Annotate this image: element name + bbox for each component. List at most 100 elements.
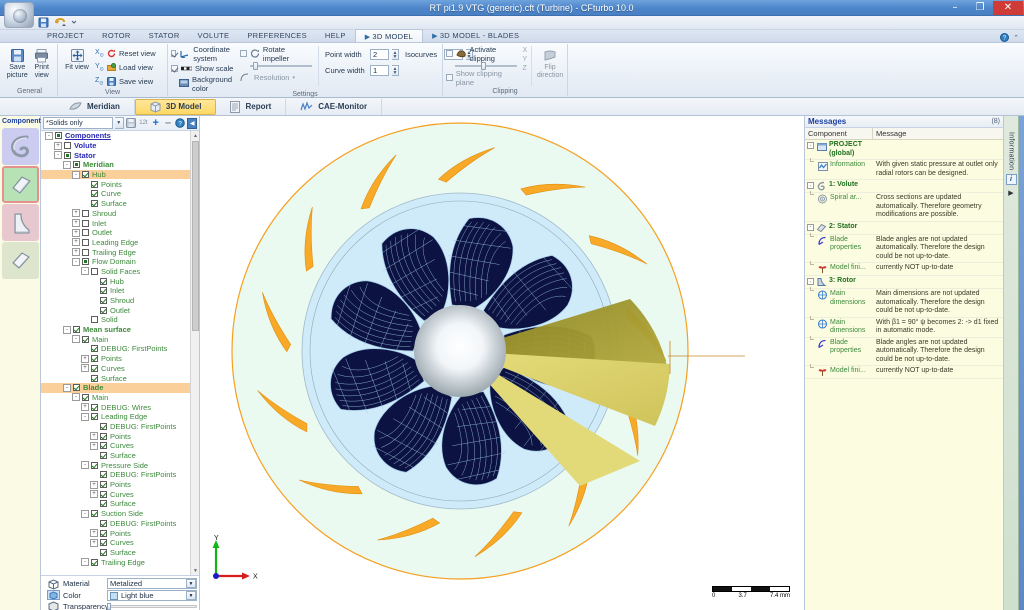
tree-item-surface[interactable]: Surface: [41, 373, 199, 383]
expand-icon[interactable]: +: [90, 490, 98, 498]
expand-icon[interactable]: +: [81, 403, 89, 411]
ribbon-tab-project[interactable]: PROJECT: [38, 29, 93, 42]
tree-item-checkbox[interactable]: [91, 462, 98, 469]
flip-direction-button[interactable]: Flip direction: [536, 46, 564, 80]
tree-item-curves[interactable]: +Curves: [41, 364, 199, 374]
tree-item-meridian[interactable]: -Meridian: [41, 160, 199, 170]
maximize-button[interactable]: ❐: [968, 1, 992, 15]
collapse-icon[interactable]: -: [54, 151, 62, 159]
expand-all-button[interactable]: +: [151, 117, 161, 129]
rotate-impeller-option[interactable]: Rotate impeller: [240, 47, 312, 60]
components-tree[interactable]: -Components+Volute-Stator-Meridian-HubPo…: [41, 131, 199, 575]
material-select[interactable]: Metalized ▼: [107, 578, 197, 589]
tree-item-debug-firstpoints[interactable]: DEBUG: FirstPoints: [41, 344, 199, 354]
message-row[interactable]: Blade propertiesBlade angles are not upd…: [805, 338, 1003, 367]
tree-item-checkbox[interactable]: [82, 336, 89, 343]
tree-item-volute[interactable]: +Volute: [41, 141, 199, 151]
point-width-spinner[interactable]: ▲▼: [392, 49, 399, 60]
tree-item-checkbox[interactable]: [91, 181, 98, 188]
clipping-slider[interactable]: [455, 62, 517, 69]
expand-icon[interactable]: +: [72, 209, 80, 217]
tree-item-checkbox[interactable]: [91, 345, 98, 352]
tree-item-outlet[interactable]: +Outlet: [41, 228, 199, 238]
rail-item-volute[interactable]: [2, 128, 39, 165]
tree-item-checkbox[interactable]: [91, 375, 98, 382]
collapse-icon[interactable]: -: [807, 278, 814, 285]
curve-width-spinner[interactable]: ▲▼: [392, 65, 399, 76]
coordinate-system-option[interactable]: Coordinate system: [171, 47, 234, 60]
tree-filter-dropdown-icon[interactable]: ▼: [115, 117, 124, 129]
show-clipping-plane-option[interactable]: Show clipping plane: [446, 71, 518, 84]
tree-item-checkbox[interactable]: [82, 239, 89, 246]
ribbon-tab-preferences[interactable]: PREFERENCES: [238, 29, 316, 42]
clip-axis-x-button[interactable]: X: [522, 47, 527, 54]
rail-item-rotor[interactable]: [2, 204, 39, 241]
ribbon-tab-stator[interactable]: STATOR: [140, 29, 189, 42]
tree-item-checkbox[interactable]: [91, 404, 98, 411]
message-row[interactable]: Model fini...currently NOT up-to-date: [805, 366, 1003, 379]
tree-item-checkbox[interactable]: [82, 220, 89, 227]
tree-item-shroud[interactable]: +Shroud: [41, 209, 199, 219]
tree-item-checkbox[interactable]: [100, 481, 107, 488]
tree-item-surface[interactable]: Surface: [41, 499, 199, 509]
message-row[interactable]: Blade propertiesBlade angles are not upd…: [805, 235, 1003, 264]
tree-item-leading-edge[interactable]: -Leading Edge: [41, 412, 199, 422]
tree-item-checkbox[interactable]: [100, 278, 107, 285]
save-icon[interactable]: [126, 117, 136, 129]
tree-item-checkbox[interactable]: [100, 452, 107, 459]
curve-width-field[interactable]: Curve width 1 ▲▼: [325, 64, 399, 77]
message-group-row[interactable]: -1: Volute: [805, 180, 1003, 193]
tree-item-main[interactable]: -Main: [41, 393, 199, 403]
tree-item-checkbox[interactable]: [100, 500, 107, 507]
tree-item-trailing-edge[interactable]: -Trailing Edge: [41, 557, 199, 567]
tree-item-checkbox[interactable]: [91, 413, 98, 420]
app-logo-button[interactable]: [4, 2, 34, 28]
tree-item-checkbox[interactable]: [100, 442, 107, 449]
expand-icon[interactable]: +: [90, 481, 98, 489]
expand-icon[interactable]: +: [90, 529, 98, 537]
tree-item-checkbox[interactable]: [100, 297, 107, 304]
save-view-button[interactable]: Z⊙ Save view: [95, 75, 156, 88]
tree-item-checkbox[interactable]: [82, 210, 89, 217]
tree-item-trailing-edge[interactable]: +Trailing Edge: [41, 247, 199, 257]
tree-item-checkbox[interactable]: [100, 520, 107, 527]
collapse-icon[interactable]: -: [72, 258, 80, 266]
tree-item-curves[interactable]: +Curves: [41, 538, 199, 548]
tree-item-flow-domain[interactable]: -Flow Domain: [41, 257, 199, 267]
window-right-scrollbar[interactable]: [1019, 116, 1024, 610]
expand-icon[interactable]: +: [72, 248, 80, 256]
tree-item-checkbox[interactable]: [91, 355, 98, 362]
ribbon-tab-help[interactable]: HELP: [316, 29, 355, 42]
tree-item-checkbox[interactable]: [82, 171, 89, 178]
tree-item-curves[interactable]: +Curves: [41, 489, 199, 499]
collapse-icon[interactable]: -: [63, 161, 71, 169]
tab-3d-model[interactable]: 3D Model: [135, 99, 217, 115]
transparency-cube-icon[interactable]: [47, 601, 60, 610]
tree-item-checkbox[interactable]: [100, 530, 107, 537]
collapse-icon[interactable]: -: [807, 182, 814, 189]
message-group-row[interactable]: -PROJECT (global): [805, 140, 1003, 160]
tree-item-debug-firstpoints[interactable]: DEBUG: FirstPoints: [41, 470, 199, 480]
tree-item-checkbox[interactable]: [91, 365, 98, 372]
collapse-icon[interactable]: -: [81, 558, 89, 566]
rotate-impeller-checkbox[interactable]: [240, 50, 247, 57]
tree-item-suction-side[interactable]: -Suction Side: [41, 509, 199, 519]
tree-item-surface[interactable]: Surface: [41, 199, 199, 209]
scroll-up-icon[interactable]: ▲: [191, 131, 199, 140]
tree-item-main[interactable]: -Main: [41, 334, 199, 344]
activate-clipping-option[interactable]: Activate clipping: [446, 47, 518, 60]
expand-icon[interactable]: +: [90, 442, 98, 450]
messages-list[interactable]: -PROJECT (global)InformationWith given s…: [805, 140, 1003, 610]
tree-item-hub[interactable]: -Hub: [41, 170, 199, 180]
collapse-icon[interactable]: -: [81, 267, 89, 275]
ribbon-tab-volute[interactable]: VOLUTE: [189, 29, 239, 42]
expand-panel-icon[interactable]: ▶: [1008, 189, 1013, 197]
point-width-field[interactable]: Point width 2 ▲▼: [325, 48, 399, 61]
clip-axis-y-button[interactable]: Y: [522, 56, 527, 63]
tree-item-solid[interactable]: Solid: [41, 315, 199, 325]
tree-item-checkbox[interactable]: [100, 471, 107, 478]
rail-item-stator[interactable]: [2, 166, 39, 203]
clip-axis-z-button[interactable]: Z: [522, 65, 527, 72]
tree-item-stator[interactable]: -Stator: [41, 150, 199, 160]
tree-item-shroud[interactable]: Shroud: [41, 296, 199, 306]
